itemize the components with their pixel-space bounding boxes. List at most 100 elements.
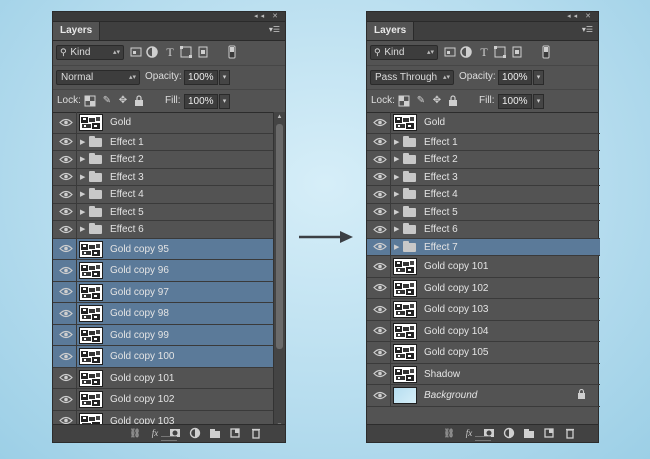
type-filter-icon[interactable]: T <box>477 45 491 59</box>
eye-icon[interactable] <box>56 239 76 260</box>
layer-row[interactable]: Gold copy 100 <box>53 346 273 368</box>
eye-icon[interactable] <box>56 186 76 203</box>
fill-slider-button[interactable]: ▾ <box>533 94 544 109</box>
expand-triangle-icon[interactable]: ▶ <box>394 151 399 168</box>
expand-triangle-icon[interactable]: ▶ <box>80 169 85 186</box>
opacity-slider-button[interactable]: ▾ <box>219 70 230 85</box>
eye-icon[interactable] <box>370 186 390 203</box>
expand-triangle-icon[interactable]: ▶ <box>80 151 85 168</box>
layer-group-row[interactable]: ▶ Effect 7 <box>367 238 600 256</box>
layer-row[interactable]: Gold copy 103 <box>367 299 600 321</box>
scrollbar[interactable]: ▲ ▼ <box>273 112 285 431</box>
expand-triangle-icon[interactable]: ▶ <box>80 134 85 151</box>
filter-toggle-icon[interactable] <box>539 45 553 59</box>
lock-image-icon[interactable]: ✎ <box>101 95 113 107</box>
layer-row[interactable]: Gold copy 96 <box>53 260 273 282</box>
filter-kind-dropdown[interactable]: ⚲ Kind ▴▾ <box>56 45 124 60</box>
trash-icon[interactable] <box>250 427 262 439</box>
layer-group-row[interactable]: ▶ Effect 6 <box>53 221 273 239</box>
eye-icon[interactable] <box>370 204 390 221</box>
smart-object-filter-icon[interactable] <box>196 45 210 59</box>
eye-icon[interactable] <box>370 364 390 385</box>
layer-group-row[interactable]: ▶ Effect 1 <box>53 133 273 151</box>
eye-icon[interactable] <box>56 112 76 133</box>
eye-icon[interactable] <box>56 134 76 151</box>
panel-menu-icon[interactable]: ▾☰ <box>269 26 280 34</box>
layer-group-row[interactable]: ▶ Effect 2 <box>367 151 600 169</box>
eye-icon[interactable] <box>370 239 390 256</box>
collapse-close-buttons[interactable]: ◂◂ ✕ <box>254 12 281 21</box>
expand-triangle-icon[interactable]: ▶ <box>394 221 399 238</box>
type-filter-icon[interactable]: T <box>163 45 177 59</box>
eye-icon[interactable] <box>370 256 390 277</box>
shape-filter-icon[interactable] <box>179 45 193 59</box>
layer-row[interactable]: Gold copy 95 <box>53 238 273 260</box>
layer-row[interactable]: Gold copy 98 <box>53 303 273 325</box>
eye-icon[interactable] <box>370 278 390 299</box>
layer-group-row[interactable]: ▶ Effect 2 <box>53 151 273 169</box>
layer-row[interactable]: Gold copy 102 <box>53 389 273 411</box>
lock-all-icon[interactable] <box>447 95 459 107</box>
smart-object-filter-icon[interactable] <box>510 45 524 59</box>
layer-group-row[interactable]: ▶ Effect 4 <box>367 186 600 204</box>
lock-transparent-icon[interactable] <box>84 95 96 107</box>
layer-row[interactable]: Gold copy 99 <box>53 324 273 346</box>
eye-icon[interactable] <box>56 303 76 324</box>
layer-row[interactable]: Gold <box>367 112 600 134</box>
filter-toggle-icon[interactable] <box>225 45 239 59</box>
adjustment-filter-icon[interactable] <box>459 45 473 59</box>
eye-icon[interactable] <box>56 169 76 186</box>
eye-icon[interactable] <box>56 389 76 410</box>
eye-icon[interactable] <box>370 221 390 238</box>
fill-input[interactable]: 100% <box>498 94 532 109</box>
collapse-close-buttons[interactable]: ◂◂ ✕ <box>567 12 594 21</box>
panel-titlebar[interactable]: ◂◂ ✕ <box>53 12 285 22</box>
layer-row[interactable]: Background <box>367 385 600 407</box>
pixel-filter-icon[interactable] <box>443 45 457 59</box>
link-layers-icon[interactable]: ⛓ <box>129 427 141 439</box>
expand-triangle-icon[interactable]: ▶ <box>80 186 85 203</box>
panel-menu-icon[interactable]: ▾☰ <box>582 26 593 34</box>
layer-group-row[interactable]: ▶ Effect 3 <box>367 168 600 186</box>
eye-icon[interactable] <box>56 221 76 238</box>
filter-kind-dropdown[interactable]: ⚲ Kind ▴▾ <box>370 45 438 60</box>
layer-group-row[interactable]: ▶ Effect 5 <box>367 203 600 221</box>
new-layer-icon[interactable] <box>543 427 555 439</box>
fill-input[interactable]: 100% <box>184 94 218 109</box>
opacity-input[interactable]: 100% <box>498 70 532 85</box>
tab-layers[interactable]: Layers <box>367 22 415 40</box>
lock-image-icon[interactable]: ✎ <box>415 95 427 107</box>
resize-grip[interactable] <box>161 436 177 441</box>
lock-all-icon[interactable] <box>133 95 145 107</box>
layer-row[interactable]: Gold copy 101 <box>367 256 600 278</box>
scrollbar-thumb[interactable] <box>276 124 283 349</box>
panel-titlebar[interactable]: ◂◂ ✕ <box>367 12 598 22</box>
expand-triangle-icon[interactable]: ▶ <box>394 239 399 256</box>
eye-icon[interactable] <box>370 299 390 320</box>
eye-icon[interactable] <box>370 385 390 406</box>
layer-group-row[interactable]: ▶ Effect 5 <box>53 203 273 221</box>
opacity-input[interactable]: 100% <box>184 70 218 85</box>
eye-icon[interactable] <box>56 368 76 389</box>
fx-icon[interactable]: fx <box>149 427 161 439</box>
eye-icon[interactable] <box>56 325 76 346</box>
scroll-up-icon[interactable]: ▲ <box>274 112 285 122</box>
eye-icon[interactable] <box>370 169 390 186</box>
eye-icon[interactable] <box>370 134 390 151</box>
eye-icon[interactable] <box>56 346 76 367</box>
expand-triangle-icon[interactable]: ▶ <box>394 169 399 186</box>
expand-triangle-icon[interactable]: ▶ <box>394 204 399 221</box>
pixel-filter-icon[interactable] <box>129 45 143 59</box>
layer-row[interactable]: Shadow <box>367 363 600 385</box>
eye-icon[interactable] <box>56 204 76 221</box>
link-layers-icon[interactable]: ⛓ <box>443 427 455 439</box>
new-group-icon[interactable] <box>523 427 535 439</box>
blend-mode-dropdown[interactable]: Pass Through ▴▾ <box>370 70 454 85</box>
eye-icon[interactable] <box>370 112 390 133</box>
eye-icon[interactable] <box>56 260 76 281</box>
lock-transparent-icon[interactable] <box>398 95 410 107</box>
layer-group-row[interactable]: ▶ Effect 4 <box>53 186 273 204</box>
trash-icon[interactable] <box>564 427 576 439</box>
layer-group-row[interactable]: ▶ Effect 6 <box>367 221 600 239</box>
lock-position-icon[interactable]: ✥ <box>431 95 443 107</box>
